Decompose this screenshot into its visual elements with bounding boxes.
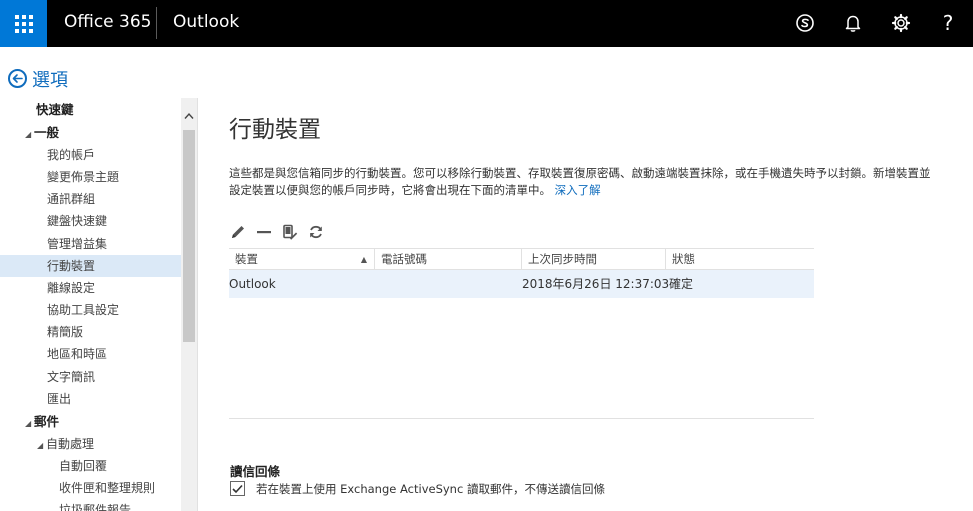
bell-icon[interactable] [837,8,869,38]
nav-item-label: 地區和時區 [47,347,108,361]
table-header: 裝置 ▲ 電話號碼 上次同步時間 狀態 [229,248,814,270]
nav-item-label: 管理增益集 [47,237,108,251]
edit-pencil-icon[interactable] [229,222,247,242]
nav-item-label: 精簡版 [47,325,84,339]
help-icon[interactable]: ? [932,8,964,38]
read-receipts-title: 讀信回條 [230,464,281,479]
brand-separator [156,7,157,39]
skype-icon[interactable] [789,8,821,38]
nav-item-inbox-rules[interactable]: 收件匣和整理規則 [0,477,181,499]
top-bar: Office 365 Outlook ? [0,0,973,47]
nav-item-keyboard-shortcuts[interactable]: 鍵盤快速鍵 [0,210,181,232]
caret-down-icon: ◢ [25,130,32,139]
nav-item-label: 收件匣和整理規則 [59,481,156,495]
nav-item-label: 鍵盤快速鍵 [47,214,108,228]
nav-item-label: 郵件 [34,414,60,429]
cell-last-sync: 2018年6月26日 12:37:03 [522,277,670,291]
column-label: 上次同步時間 [528,252,597,266]
column-header-status[interactable]: 狀態 [666,249,814,270]
sort-ascending-icon: ▲ [360,255,367,264]
nav-item-automatic-replies[interactable]: 自動回覆 [0,455,181,477]
nav-item-general[interactable]: ◢ 一般 [0,122,181,144]
nav-divider [197,98,198,511]
options-title[interactable]: 選項 [32,66,68,92]
nav-item-region-time-zone[interactable]: 地區和時區 [0,343,181,365]
nav-item-manage-addins[interactable]: 管理增益集 [0,233,181,255]
wipe-device-icon[interactable] [281,222,299,242]
nav-item-label: 一般 [34,125,60,140]
app-launcher-icon[interactable] [0,0,47,47]
nav-item-offline-settings[interactable]: 離線設定 [0,277,181,299]
nav-item-distribution-groups[interactable]: 通訊群組 [0,188,181,210]
devices-table: 裝置 ▲ 電話號碼 上次同步時間 狀態 Outlook 2018年6月26日 12… [229,248,814,298]
nav-item-accessibility[interactable]: 協助工具設定 [0,299,181,321]
nav-item-label: 垃圾郵件報告 [59,503,132,511]
read-receipts-checkbox[interactable] [230,481,245,496]
caret-down-icon: ◢ [37,441,44,450]
scroll-thumb[interactable] [183,130,195,342]
cell-phone [375,270,522,298]
scroll-up-icon[interactable] [181,108,197,124]
refresh-icon[interactable] [307,222,325,242]
read-receipts-label[interactable]: 若在裝置上使用 Exchange ActiveSync 讀取郵件，不傳送讀信回條 [256,481,605,497]
nav-item-label: 變更佈景主題 [47,170,120,184]
description: 這些都是與您信箱同步的行動裝置。您可以移除行動裝置、存取裝置復原密碼、啟動遠端裝… [229,165,941,199]
nav-item-mobile-devices[interactable]: 行動裝置 [0,255,181,277]
column-header-last-sync[interactable]: 上次同步時間 [522,249,666,270]
nav-item-label: 匯出 [47,392,72,406]
nav-scrollbar[interactable] [181,98,197,511]
nav-item-change-theme[interactable]: 變更佈景主題 [0,166,181,188]
nav-item-my-account[interactable]: 我的帳戶 [0,144,181,166]
back-arrow-icon[interactable] [8,69,27,88]
nav-item-automatic-processing[interactable]: ◢ 自動處理 [0,433,181,455]
cell-device: Outlook [229,277,276,291]
column-header-phone[interactable]: 電話號碼 [375,249,522,270]
device-toolbar [229,222,325,242]
nav-item-mail[interactable]: ◢ 郵件 [0,411,181,433]
office-365-brand[interactable]: Office 365 [64,12,151,32]
nav-item-shortcuts[interactable]: 快速鍵 [0,99,181,121]
remove-minus-icon[interactable] [255,222,273,242]
checkmark-icon [232,484,243,493]
page-title: 行動裝置 [229,117,321,143]
column-label: 狀態 [672,252,695,266]
column-label: 裝置 [235,252,258,266]
nav-item-label: 協助工具設定 [47,303,120,317]
caret-down-icon: ◢ [25,419,32,428]
table-row[interactable]: Outlook 2018年6月26日 12:37:03 確定 [229,270,814,298]
nav-item-label: 自動回覆 [59,459,108,473]
nav-item-export[interactable]: 匯出 [0,388,181,410]
nav-item-light-version[interactable]: 精簡版 [0,321,181,343]
learn-more-link[interactable]: 深入了解 [555,183,601,197]
nav-item-label: 自動處理 [46,437,95,451]
nav-item-junk-reporting[interactable]: 垃圾郵件報告 [0,499,181,511]
cell-status: 確定 [669,277,694,291]
column-header-device[interactable]: 裝置 ▲ [229,249,375,270]
nav-item-label: 我的帳戶 [47,148,96,162]
column-label: 電話號碼 [381,252,427,266]
gear-icon[interactable] [885,8,917,38]
section-divider [229,418,814,419]
nav-item-label: 文字簡訊 [47,370,96,384]
options-nav: 快速鍵 ◢ 一般 我的帳戶 變更佈景主題 通訊群組 鍵盤快速鍵 管理增益集 行動裝… [0,98,181,511]
nav-item-label: 通訊群組 [47,192,96,206]
nav-item-label: 離線設定 [47,281,96,295]
nav-item-label: 快速鍵 [36,102,74,117]
nav-item-text-messaging[interactable]: 文字簡訊 [0,366,181,388]
nav-item-label: 行動裝置 [47,259,96,273]
app-name[interactable]: Outlook [173,12,239,32]
